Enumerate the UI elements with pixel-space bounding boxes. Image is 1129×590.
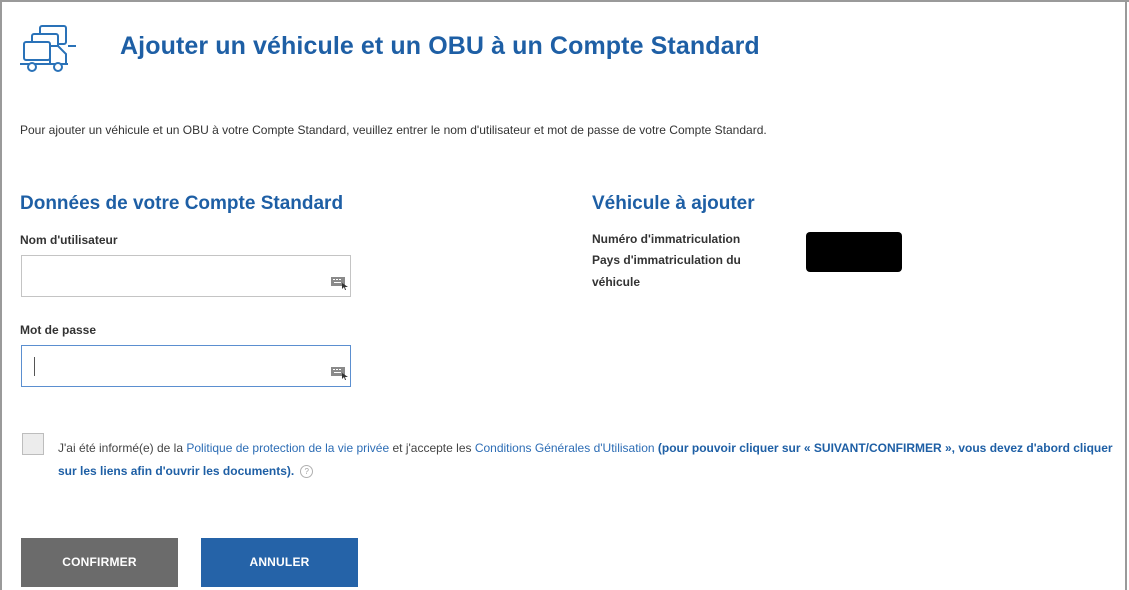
registration-country-label: Pays d'immatriculation du xyxy=(592,253,741,267)
page-title: Ajouter un véhicule et un OBU à un Compt… xyxy=(120,32,760,60)
keyboard-icon[interactable] xyxy=(330,272,350,292)
username-input[interactable] xyxy=(22,256,350,296)
keyboard-icon[interactable] xyxy=(330,362,350,382)
privacy-policy-link[interactable]: Politique de protection de la vie privée xyxy=(186,441,389,455)
page-border xyxy=(1125,0,1127,590)
cancel-button[interactable]: ANNULER xyxy=(201,538,358,587)
truck-fleet-icon xyxy=(20,25,76,72)
intro-text: Pour ajouter un véhicule et un OBU à vot… xyxy=(20,123,767,137)
username-field[interactable] xyxy=(21,255,351,297)
password-input[interactable] xyxy=(22,346,350,386)
consent-text: J'ai été informé(e) de la Politique de p… xyxy=(58,437,1128,483)
vehicle-section-title: Véhicule à ajouter xyxy=(592,193,755,214)
password-label: Mot de passe xyxy=(20,323,97,337)
consent-text-part: J'ai été informé(e) de la xyxy=(58,441,187,455)
consent-checkbox[interactable] xyxy=(22,433,44,455)
terms-link[interactable]: Conditions Générales d'Utilisation xyxy=(475,441,655,455)
redacted-value xyxy=(806,232,902,272)
consent-text-part: et j'accepte les xyxy=(389,441,475,455)
plate-number-label: Numéro d'immatriculation xyxy=(592,232,741,246)
confirm-button[interactable]: CONFIRMER xyxy=(21,538,178,587)
registration-country-label-cont: véhicule xyxy=(592,275,641,289)
text-cursor xyxy=(34,357,35,376)
password-field[interactable] xyxy=(21,345,351,387)
help-icon[interactable]: ? xyxy=(300,465,314,479)
username-label: Nom d'utilisateur xyxy=(20,233,118,247)
account-section-title: Données de votre Compte Standard xyxy=(20,193,344,214)
